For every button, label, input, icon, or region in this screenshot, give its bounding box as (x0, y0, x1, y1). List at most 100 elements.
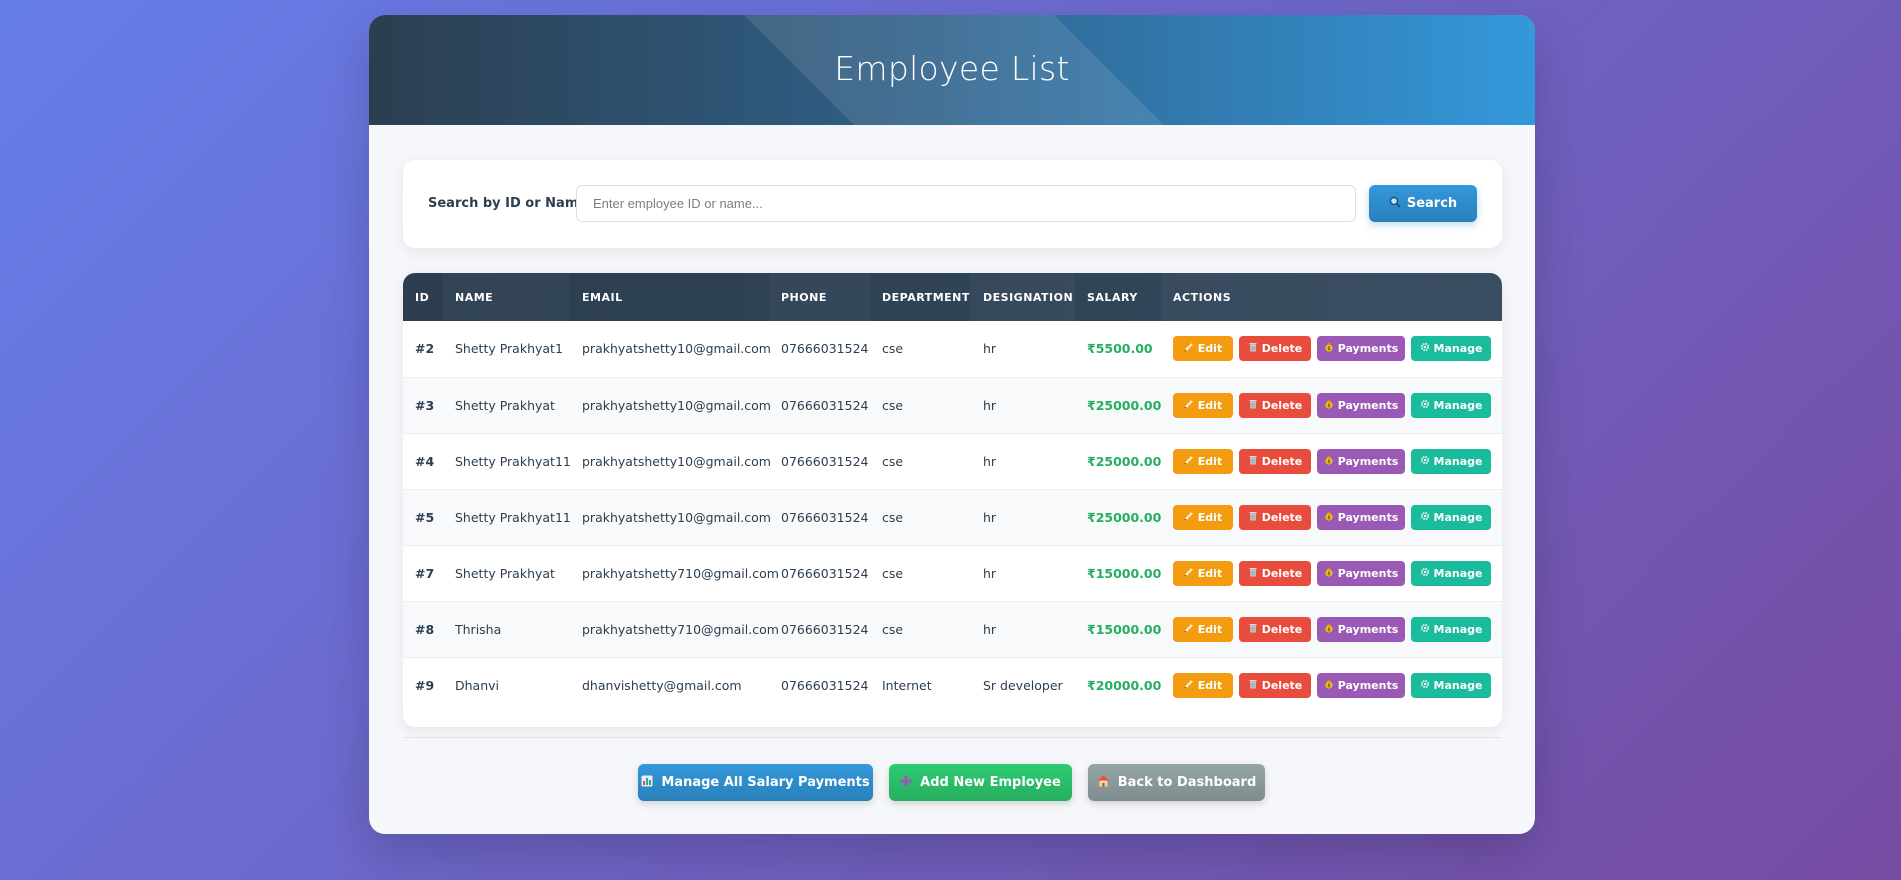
column-header-designation: DESIGNATION (971, 273, 1075, 321)
trash-icon (1248, 399, 1258, 412)
cell-phone: 07666031524 (781, 397, 869, 413)
edit-button[interactable]: Edit (1173, 448, 1233, 474)
svg-text:$: $ (1327, 683, 1331, 689)
payments-button[interactable]: $ Payments (1317, 392, 1405, 418)
table-row: #5 Shetty Prakhyat11 prakhyatshetty10@gmai… (403, 489, 1502, 545)
column-header-name: NAME (443, 273, 570, 321)
edit-button-label: Edit (1197, 678, 1223, 692)
search-input[interactable] (576, 185, 1356, 222)
manage-salary-payments-label: Manage All Salary Payments (661, 775, 870, 790)
payments-button-label: Payments (1337, 510, 1399, 524)
employee-list-card: Employee List Search by ID or Name: Sear… (369, 15, 1535, 834)
cell-phone: 07666031524 (781, 565, 869, 581)
cell-name: Dhanvi (455, 677, 500, 693)
cell-designation: Sr developer (983, 677, 1063, 693)
cell-salary: ₹20000.00 (1087, 677, 1162, 693)
search-label: Search by ID or Name: (428, 196, 593, 211)
edit-button[interactable]: Edit (1173, 672, 1233, 698)
edit-button-label: Edit (1197, 566, 1223, 580)
cell-designation: hr (983, 565, 997, 581)
cell-actions: Edit Delete $ Payments Manage (1161, 545, 1502, 601)
delete-button[interactable]: Delete (1239, 616, 1311, 642)
gear-icon (1420, 455, 1430, 468)
money-bag-icon: $ (1324, 511, 1334, 524)
table-body: #2 Shetty Prakhyat1 prakhyatshetty10@gmail… (403, 321, 1502, 713)
trash-icon (1248, 679, 1258, 692)
payments-button[interactable]: $ Payments (1317, 504, 1405, 530)
svg-text:$: $ (1327, 346, 1331, 352)
svg-text:$: $ (1327, 403, 1331, 409)
delete-button[interactable]: Delete (1239, 336, 1311, 362)
edit-button[interactable]: Edit (1173, 616, 1233, 642)
cell-salary: ₹5500.00 (1087, 341, 1153, 357)
cell-actions: Edit Delete $ Payments Manage (1161, 489, 1502, 545)
svg-text:$: $ (1327, 515, 1331, 521)
manage-button[interactable]: Manage (1411, 504, 1491, 530)
delete-button[interactable]: Delete (1239, 672, 1311, 698)
manage-button[interactable]: Manage (1411, 560, 1491, 586)
manage-button-label: Manage (1433, 566, 1483, 580)
gear-icon (1420, 567, 1430, 580)
edit-button[interactable]: Edit (1173, 392, 1233, 418)
manage-button[interactable]: Manage (1411, 448, 1491, 474)
pencil-icon (1184, 567, 1194, 580)
back-to-dashboard-label: Back to Dashboard (1117, 775, 1257, 790)
payments-button[interactable]: $ Payments (1317, 448, 1405, 474)
pencil-icon (1184, 679, 1194, 692)
cell-actions: Edit Delete $ Payments Manage (1161, 657, 1502, 713)
manage-button-label: Manage (1433, 454, 1483, 468)
gear-icon (1420, 679, 1430, 692)
cell-department: Internet (882, 677, 932, 693)
edit-button-label: Edit (1197, 342, 1223, 356)
payments-button[interactable]: $ Payments (1317, 336, 1405, 362)
manage-button[interactable]: Manage (1411, 672, 1491, 698)
manage-button[interactable]: Manage (1411, 616, 1491, 642)
manage-salary-payments-button[interactable]: Manage All Salary Payments (638, 764, 873, 801)
edit-button-label: Edit (1197, 510, 1223, 524)
delete-button[interactable]: Delete (1239, 504, 1311, 530)
edit-button-label: Edit (1197, 398, 1223, 412)
money-bag-icon: $ (1324, 623, 1334, 636)
delete-button-label: Delete (1261, 566, 1303, 580)
cell-id: #2 (415, 341, 435, 357)
trash-icon (1248, 567, 1258, 580)
cell-designation: hr (983, 621, 997, 637)
delete-button[interactable]: Delete (1239, 560, 1311, 586)
cell-name: Thrisha (455, 621, 502, 637)
column-header-salary: SALARY (1087, 290, 1138, 304)
cell-department: cse (882, 341, 904, 357)
search-button[interactable]: Search (1369, 185, 1477, 222)
money-bag-icon: $ (1324, 342, 1334, 355)
trash-icon (1248, 455, 1258, 468)
edit-button[interactable]: Edit (1173, 560, 1233, 586)
manage-button-label: Manage (1433, 342, 1483, 356)
cell-email: prakhyatshetty10@gmail.com (582, 453, 771, 469)
payments-button[interactable]: $ Payments (1317, 672, 1405, 698)
edit-button[interactable]: Edit (1173, 336, 1233, 362)
delete-button-label: Delete (1261, 510, 1303, 524)
payments-button[interactable]: $ Payments (1317, 616, 1405, 642)
add-new-employee-button[interactable]: Add New Employee (889, 764, 1072, 801)
cell-salary: ₹15000.00 (1087, 565, 1162, 581)
back-to-dashboard-button[interactable]: Back to Dashboard (1088, 764, 1265, 801)
table-header-row: ID NAME EMAIL PHONE DEPARTMENT DESIGNATI… (403, 273, 1502, 321)
cell-designation: hr (983, 453, 997, 469)
pencil-icon (1184, 342, 1194, 355)
svg-text:$: $ (1327, 627, 1331, 633)
manage-button[interactable]: Manage (1411, 336, 1491, 362)
plus-icon (900, 775, 912, 791)
search-button-label: Search (1406, 196, 1458, 211)
delete-button[interactable]: Delete (1239, 392, 1311, 418)
manage-button[interactable]: Manage (1411, 392, 1491, 418)
chart-icon (641, 775, 653, 791)
delete-button[interactable]: Delete (1239, 448, 1311, 474)
edit-button[interactable]: Edit (1173, 504, 1233, 530)
cell-id: #4 (415, 453, 435, 469)
payments-button[interactable]: $ Payments (1317, 560, 1405, 586)
cell-salary: ₹15000.00 (1087, 621, 1162, 637)
manage-button-label: Manage (1433, 622, 1483, 636)
cell-id: #5 (415, 509, 435, 525)
table-row: #7 Shetty Prakhyat prakhyatshetty710@gmail… (403, 545, 1502, 601)
cell-id: #9 (415, 677, 435, 693)
cell-designation: hr (983, 341, 997, 357)
